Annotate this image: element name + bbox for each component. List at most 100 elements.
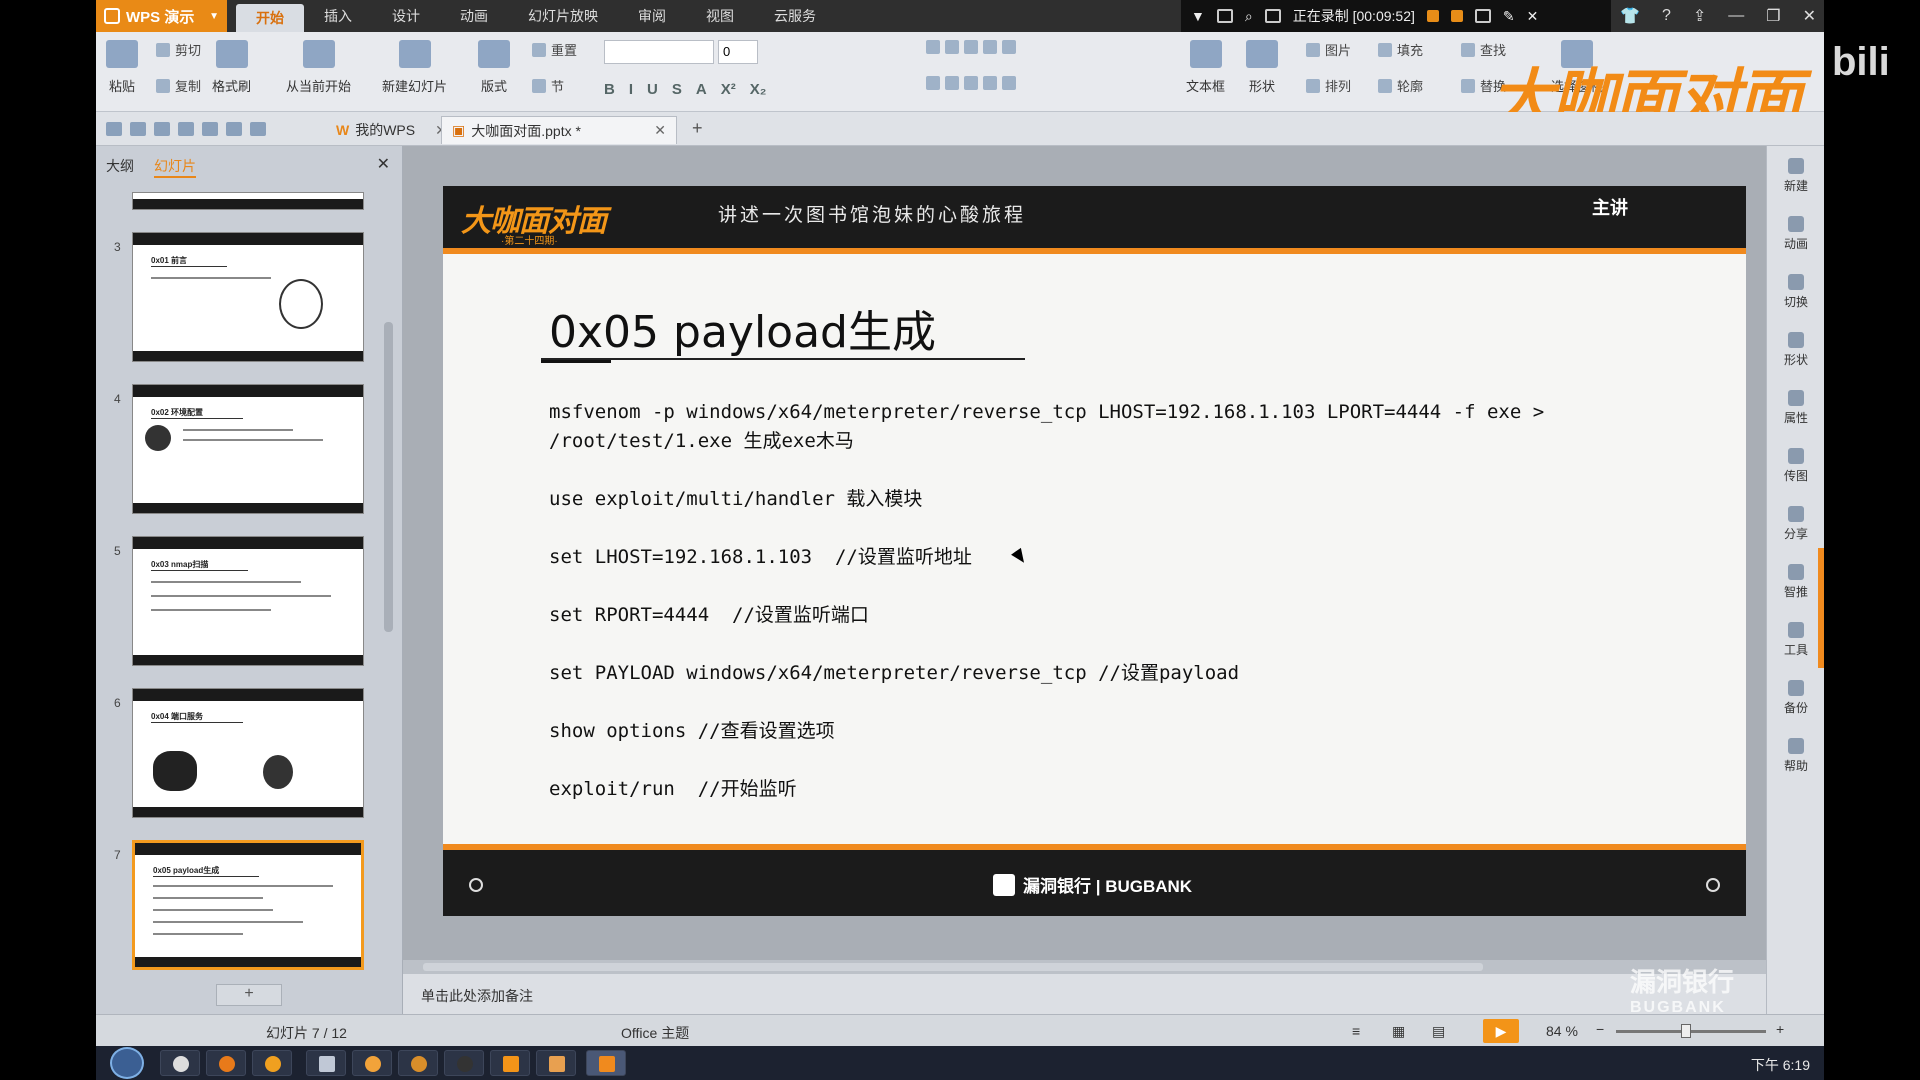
minimize-icon[interactable]: —: [1728, 7, 1744, 25]
zoom-out-icon[interactable]: −: [1596, 1021, 1604, 1037]
tab-my-wps[interactable]: W 我的WPS ✕: [326, 116, 457, 144]
transition-tool[interactable]: 切换: [1767, 274, 1824, 310]
slide-title[interactable]: 0x05 payload生成: [549, 296, 936, 360]
upload-icon[interactable]: ⇪: [1693, 6, 1706, 26]
taskbar-app[interactable]: [306, 1050, 346, 1076]
start-button[interactable]: [110, 1047, 144, 1079]
scroll-thumb[interactable]: [423, 963, 1483, 971]
normal-view-icon[interactable]: ▦: [1392, 1023, 1405, 1040]
slide-thumbnail-2[interactable]: [132, 192, 364, 210]
textbox-button[interactable]: 文本框: [1186, 40, 1225, 95]
share-tool[interactable]: 分享: [1767, 506, 1824, 542]
notes-field[interactable]: 单击此处添加备注: [403, 974, 1824, 1014]
slide-thumbnail-5[interactable]: 0x03 nmap扫描: [132, 536, 364, 666]
notes-view-icon[interactable]: ≡: [1352, 1023, 1360, 1039]
slide-thumbnail-6[interactable]: 0x04 端口服务: [132, 688, 364, 818]
taskbar-app[interactable]: [536, 1050, 576, 1076]
taskbar-app[interactable]: [490, 1050, 530, 1076]
smart-tool[interactable]: 智推: [1767, 564, 1824, 600]
taskbar-app[interactable]: [160, 1050, 200, 1076]
new-tab-icon[interactable]: +: [692, 118, 703, 139]
font-size-select[interactable]: 0: [718, 40, 758, 64]
subscript-button[interactable]: X₂: [750, 81, 767, 98]
help-tool[interactable]: 帮助: [1767, 738, 1824, 774]
scroll-thumb[interactable]: [384, 322, 393, 632]
animation-tool[interactable]: 动画: [1767, 216, 1824, 252]
taskbar-app[interactable]: [206, 1050, 246, 1076]
close-window-icon[interactable]: ✕: [1803, 6, 1816, 26]
from-current-button[interactable]: 从当前开始: [286, 40, 351, 95]
underline-button[interactable]: U: [647, 81, 658, 98]
window-icon[interactable]: [1216, 9, 1233, 23]
upload-image-tool[interactable]: 传图: [1767, 448, 1824, 484]
font-color-button[interactable]: A: [696, 81, 707, 98]
tab-animation[interactable]: 动画: [440, 0, 508, 32]
superscript-button[interactable]: X²: [721, 81, 736, 98]
taskbar-app[interactable]: [352, 1050, 392, 1076]
tab-slides[interactable]: 幻灯片: [154, 156, 196, 178]
stop-icon[interactable]: [1450, 10, 1463, 22]
preview-icon[interactable]: [202, 122, 218, 136]
horizontal-scrollbar[interactable]: [403, 960, 1824, 974]
new-slide-button[interactable]: 新建幻灯片: [382, 40, 447, 95]
layout-button[interactable]: 版式: [478, 40, 510, 95]
reset-button[interactable]: 重置: [532, 40, 577, 59]
panel-scrollbar[interactable]: [382, 192, 394, 982]
restore-icon[interactable]: ❐: [1766, 6, 1780, 26]
cut-button[interactable]: 剪切: [156, 40, 201, 59]
tab-cloud[interactable]: 云服务: [754, 0, 836, 32]
tab-insert[interactable]: 插入: [304, 0, 372, 32]
screen-icon[interactable]: [1264, 9, 1281, 23]
taskbar-app[interactable]: [252, 1050, 292, 1076]
add-slide-button[interactable]: +: [216, 984, 282, 1006]
outline-button[interactable]: 轮廓: [1378, 76, 1423, 95]
export-icon[interactable]: [154, 122, 170, 136]
save-icon[interactable]: [130, 122, 146, 136]
font-family-select[interactable]: [604, 40, 714, 64]
slide-thumbnail-3[interactable]: 0x01 前言: [132, 232, 364, 362]
slide-thumbnail-7[interactable]: 0x05 payload生成: [132, 840, 364, 970]
tab-design[interactable]: 设计: [372, 0, 440, 32]
sorter-view-icon[interactable]: ▤: [1432, 1023, 1445, 1040]
tab-document[interactable]: ▣ 大咖面对面.pptx * ✕: [441, 116, 677, 144]
open-icon[interactable]: [106, 122, 122, 136]
align-buttons[interactable]: [926, 76, 1016, 90]
zoom-slider[interactable]: [1616, 1030, 1766, 1033]
help-icon[interactable]: ?: [1662, 7, 1671, 25]
slide-thumbnail-4[interactable]: 0x02 环境配置: [132, 384, 364, 514]
properties-tool[interactable]: 属性: [1767, 390, 1824, 426]
pause-icon[interactable]: [1426, 10, 1439, 22]
tab-view[interactable]: 视图: [686, 0, 754, 32]
print-icon[interactable]: [178, 122, 194, 136]
taskbar-app-wps[interactable]: [586, 1050, 626, 1076]
current-slide[interactable]: 大咖面对面 ·第二十四期· 讲述一次图书馆泡妹的心酸旅程 主讲 0x05 pay…: [443, 186, 1746, 916]
zoom-level[interactable]: 84 %: [1546, 1023, 1578, 1039]
taskbar-app[interactable]: [398, 1050, 438, 1076]
tools-tool[interactable]: 工具: [1767, 622, 1824, 658]
format-painter-button[interactable]: 格式刷: [212, 40, 251, 95]
taskbar-app[interactable]: [444, 1050, 484, 1076]
search-icon[interactable]: ⌕: [1245, 8, 1253, 25]
shape-tool[interactable]: 形状: [1767, 332, 1824, 368]
paste-button[interactable]: 粘贴: [106, 40, 138, 95]
bold-button[interactable]: B: [604, 81, 615, 98]
code-textbox[interactable]: msfvenom -p windows/x64/meterpreter/reve…: [549, 398, 1609, 833]
wps-app-menu[interactable]: WPS 演示 ▼: [96, 0, 227, 32]
close-icon[interactable]: ✕: [1527, 8, 1539, 25]
section-button[interactable]: 节: [532, 76, 564, 95]
tab-home[interactable]: 开始: [236, 4, 304, 32]
fill-button[interactable]: 填充: [1378, 40, 1423, 59]
play-slideshow-button[interactable]: ▶: [1483, 1019, 1519, 1043]
picture-button[interactable]: 图片: [1306, 40, 1351, 59]
redo-icon[interactable]: [250, 122, 266, 136]
tab-outline[interactable]: 大纲: [106, 156, 134, 178]
tab-slideshow[interactable]: 幻灯片放映: [508, 0, 618, 32]
undo-icon[interactable]: [226, 122, 242, 136]
new-tool[interactable]: 新建: [1767, 158, 1824, 194]
pen-icon[interactable]: ✎: [1503, 8, 1515, 25]
backup-tool[interactable]: 备份: [1767, 680, 1824, 716]
italic-button[interactable]: I: [629, 81, 633, 98]
shape-button[interactable]: 形状: [1246, 40, 1278, 95]
copy-button[interactable]: 复制: [156, 76, 201, 95]
zoom-in-icon[interactable]: +: [1776, 1021, 1784, 1037]
